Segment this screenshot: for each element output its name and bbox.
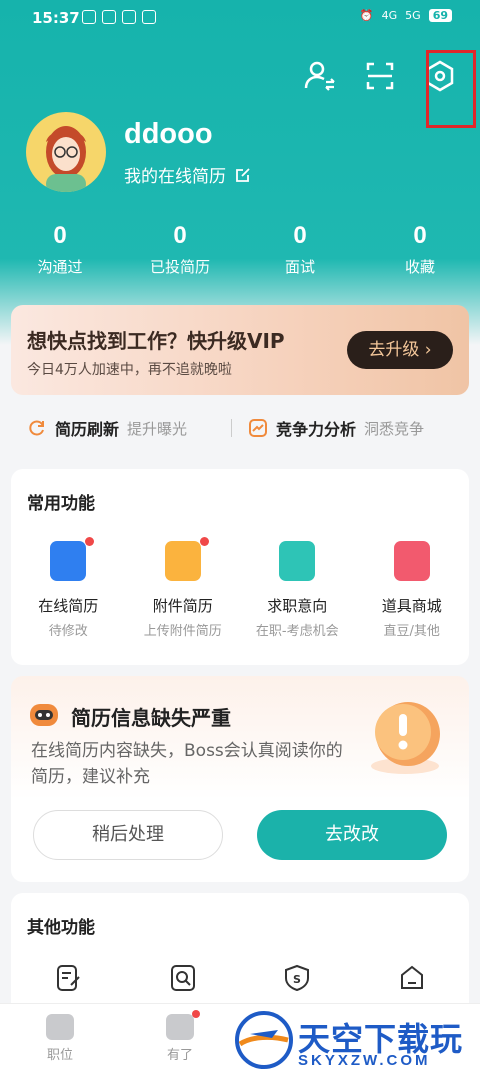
func-name: 道具商城 [381, 597, 442, 615]
avatar[interactable] [26, 112, 106, 192]
other-functions-title: 其他功能 [27, 918, 95, 938]
username: ddooo [124, 118, 213, 150]
tab-jobs[interactable]: 职位 [30, 1014, 90, 1063]
tab-jobs-label: 职位 [46, 1048, 73, 1063]
tab-community[interactable]: 有了 [150, 1010, 210, 1063]
stat-value: 0 [293, 222, 307, 249]
svg-text:S: S [293, 973, 301, 986]
func-sub: 上传附件简历 [143, 624, 222, 639]
upgrade-button[interactable]: 去升级 › [347, 331, 453, 369]
stat-value: 0 [53, 222, 67, 249]
network-label: 4G [381, 9, 398, 22]
status-right: ⏰ 4G 5G 69 [360, 9, 452, 22]
compass-icon [279, 541, 316, 581]
common-functions-title: 常用功能 [27, 494, 95, 514]
func-name: 附件简历 [152, 597, 213, 615]
red-dot [199, 537, 209, 546]
func-item-store[interactable]: 道具商城 直豆/其他 [355, 541, 470, 639]
stat-label: 沟通过 [37, 258, 83, 276]
switch-role-icon[interactable] [302, 58, 338, 94]
func-sub: 在职-考虑机会 [255, 624, 339, 639]
watermark-url: SKYXZW.COM [298, 1052, 431, 1069]
shopping-bag-icon [393, 541, 430, 581]
stat-label: 已投简历 [149, 258, 210, 276]
refresh-sub: 提升曝光 [127, 419, 188, 438]
other-func-slot[interactable] [355, 963, 470, 993]
warning-description: 在线简历内容缺失，Boss会认真阅读你的简历，建议补充 [31, 741, 343, 787]
network2-label: 5G [405, 9, 421, 22]
quick-actions: 简历刷新 提升曝光 竞争力分析 洞悉竞争 [11, 398, 469, 458]
go-edit-button[interactable]: 去改改 [257, 810, 447, 860]
competitiveness-item[interactable]: 竞争力分析 洞悉竞争 [248, 416, 424, 440]
notification-icons [82, 10, 156, 24]
stat-interview[interactable]: 0 面试 [240, 222, 360, 277]
edit-icon [236, 167, 250, 182]
func-sub: 直豆/其他 [383, 624, 440, 639]
func-online-resume[interactable]: 在线简历 待修改 [11, 537, 126, 639]
battery-icon: 69 [428, 9, 452, 22]
folder-icon [164, 537, 209, 581]
vip-subtitle: 今日4万人加速中，再不追就晚啦 [27, 362, 232, 378]
other-func-slot[interactable] [11, 963, 126, 993]
online-resume-icon [50, 537, 95, 581]
analysis-label: 竞争力分析 [276, 420, 357, 439]
status-bar: 15:37 ⏰ 4G 5G 69 [0, 0, 480, 38]
play-icon [142, 10, 156, 24]
stat-favorites[interactable]: 0 收藏 [360, 222, 480, 277]
avatar-illustration [46, 126, 86, 192]
later-button[interactable]: 稍后处理 [33, 810, 223, 860]
stat-label: 面试 [284, 258, 315, 276]
common-functions-card: 常用功能 在线简历 待修改 附件简历 上传附件简历 求职意向 在职-考虑机会 道… [11, 469, 469, 665]
func-attachment-resume[interactable]: 附件简历 上传附件简历 [126, 537, 241, 639]
func-name: 求职意向 [267, 597, 328, 615]
resume-link-label: 我的在线简历 [124, 167, 226, 187]
warning-title: 简历信息缺失严重 [71, 706, 231, 730]
weibo-icon [122, 10, 136, 24]
mail-icon [102, 10, 116, 24]
analysis-sub: 洞悉竞争 [364, 419, 425, 438]
book-icon [166, 1010, 200, 1040]
resume-warning-card: 简历信息缺失严重 在线简历内容缺失，Boss会认真阅读你的简历，建议补充 稍后处… [11, 676, 469, 882]
edit-doc-icon [57, 965, 80, 991]
settings-highlight-box [426, 50, 476, 128]
shield-icon: S [285, 964, 310, 992]
stat-applied[interactable]: 0 已投简历 [120, 222, 240, 277]
site-watermark: 天空下载玩 SKYXZW.COM [232, 1010, 480, 1070]
scan-icon[interactable] [362, 58, 398, 94]
vip-title: 想快点找到工作？快升级VIP [27, 329, 285, 353]
home-icon [400, 965, 423, 989]
stat-contacted[interactable]: 0 沟通过 [0, 222, 120, 277]
other-func-slot[interactable] [126, 963, 241, 993]
refresh-icon [29, 420, 44, 436]
exclamation-icon [371, 702, 440, 774]
stats-row: 0 沟通过 0 已投简历 0 面试 0 收藏 [0, 222, 480, 277]
func-job-intention[interactable]: 求职意向 在职-考虑机会 [240, 541, 355, 639]
watermark-logo-icon [235, 1011, 293, 1069]
my-resume-link[interactable]: 我的在线简历 [124, 162, 252, 187]
tab-community-label: 有了 [166, 1048, 193, 1063]
briefcase-icon [46, 1014, 74, 1040]
alarm-icon: ⏰ [359, 9, 374, 22]
resume-refresh-item[interactable]: 简历刷新 提升曝光 [27, 416, 187, 440]
search-doc-icon [170, 965, 195, 991]
stat-value: 0 [173, 222, 187, 249]
func-sub: 待修改 [48, 624, 88, 639]
k-icon [82, 10, 96, 24]
stat-value: 0 [413, 222, 427, 249]
refresh-label: 简历刷新 [55, 420, 120, 439]
robot-icon [30, 704, 58, 726]
status-time: 15:37 [32, 9, 80, 27]
func-name: 在线简历 [38, 597, 99, 615]
stat-label: 收藏 [404, 258, 435, 276]
red-dot [85, 537, 95, 546]
quick-divider [231, 419, 233, 437]
other-func-slot[interactable]: S [240, 963, 355, 993]
vip-banner[interactable]: 想快点找到工作？快升级VIP 今日4万人加速中，再不追就晚啦 去升级 › [11, 305, 469, 395]
chart-icon [249, 419, 268, 437]
red-dot [192, 1010, 200, 1018]
common-functions-grid: 在线简历 待修改 附件简历 上传附件简历 求职意向 在职-考虑机会 道具商城 直… [11, 537, 470, 639]
other-functions-icons: S [11, 963, 469, 993]
